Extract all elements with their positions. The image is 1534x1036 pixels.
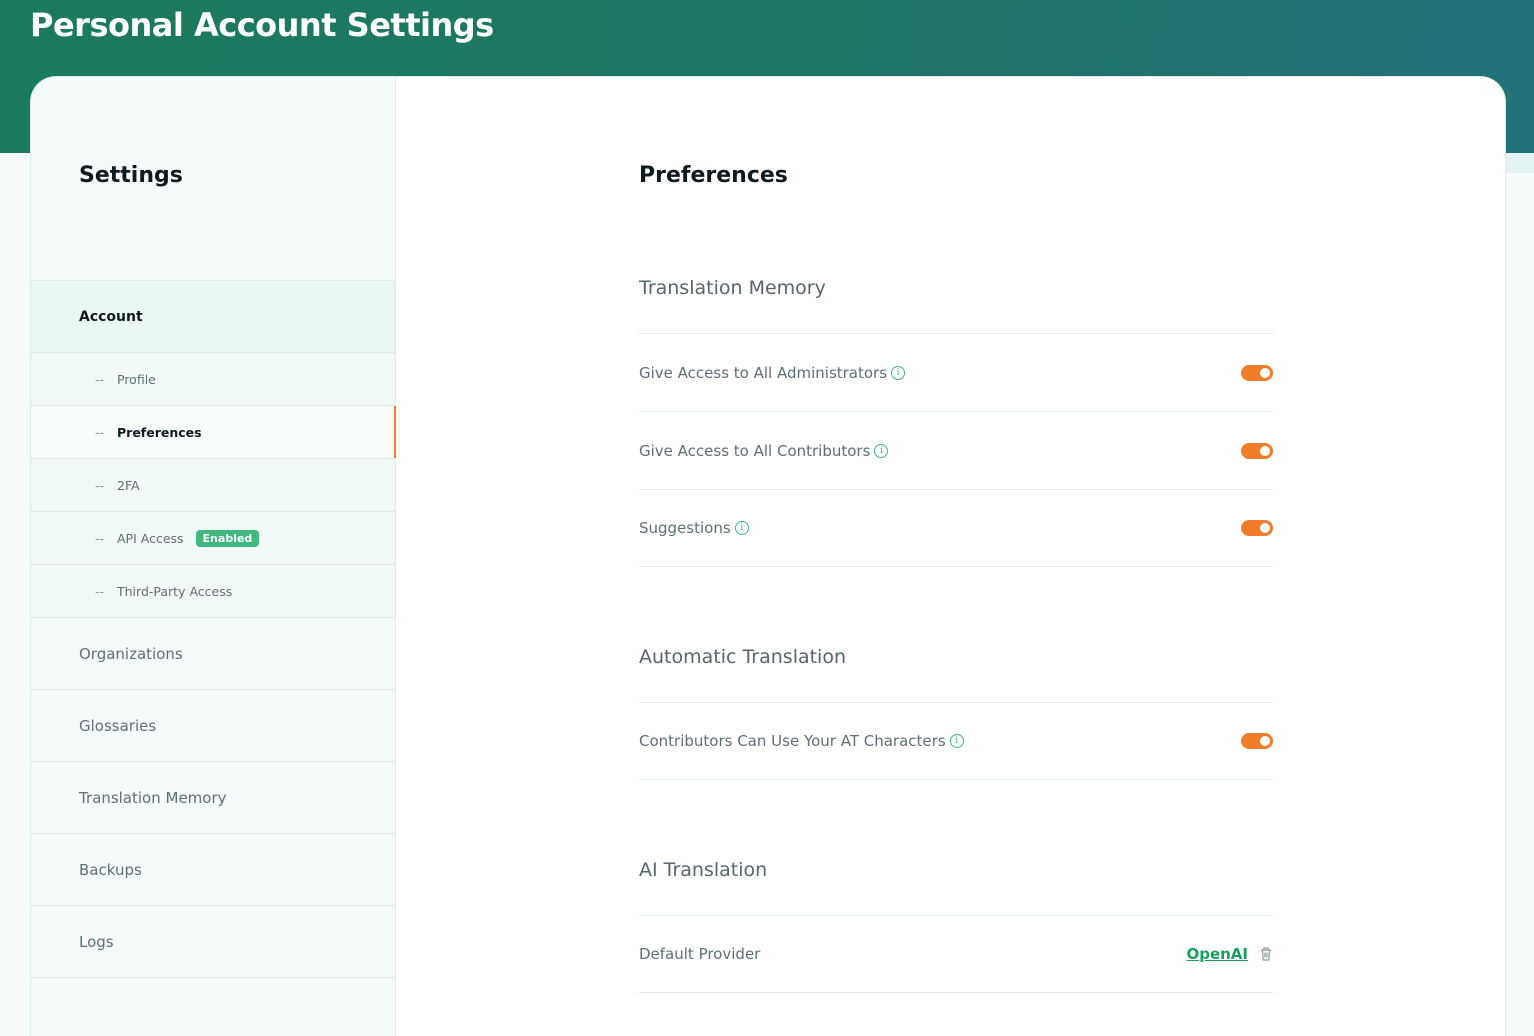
sidebar-item-label: Backups: [79, 860, 142, 879]
sidebar-subitem-profile[interactable]: -- Profile: [31, 352, 395, 405]
sidebar-title: Settings: [79, 163, 183, 188]
at-characters-toggle[interactable]: [1241, 733, 1273, 749]
sidebar-item-label: Account: [79, 308, 143, 325]
dash-marker: --: [95, 424, 105, 440]
sidebar-item-label: Translation Memory: [79, 788, 227, 807]
setting-label: Give Access to All Administrators i: [639, 363, 906, 382]
sidebar-item-label: Logs: [79, 932, 114, 951]
page-title: Personal Account Settings: [30, 6, 494, 44]
info-circle-icon[interactable]: i: [891, 365, 906, 380]
setting-label-text: Give Access to All Contributors: [639, 441, 871, 460]
sidebar-item-label: Preferences: [117, 424, 202, 440]
dash-marker: --: [95, 530, 105, 546]
admins-access-toggle[interactable]: [1241, 364, 1273, 381]
sidebar-item-glossaries[interactable]: Glossaries: [31, 689, 395, 761]
sidebar-item-label: API Access: [117, 530, 184, 546]
sidebar-item-label: 2FA: [117, 477, 140, 493]
sidebar-divider: [31, 977, 395, 978]
sidebar-item-backups[interactable]: Backups: [31, 833, 395, 905]
dash-marker: --: [95, 371, 105, 387]
status-badge: Enabled: [195, 529, 260, 547]
setting-label-text: Give Access to All Administrators: [639, 363, 888, 382]
setting-label: Contributors Can Use Your AT Characters …: [639, 732, 964, 750]
info-circle-icon[interactable]: i: [874, 443, 889, 458]
setting-label-text: Contributors Can Use Your AT Characters: [639, 732, 946, 750]
sidebar-item-logs[interactable]: Logs: [31, 905, 395, 977]
section-heading-automatic-translation: Automatic Translation: [639, 646, 847, 668]
sidebar-subitem-2fa[interactable]: -- 2FA: [31, 458, 395, 511]
settings-card: Settings Account -- Profile -- Preferenc…: [30, 76, 1506, 1036]
sidebar-nav: Account -- Profile -- Preferences -- 2FA…: [31, 280, 396, 978]
sidebar-item-label: Organizations: [79, 644, 183, 663]
setting-row-at-characters: Contributors Can Use Your AT Characters …: [639, 702, 1273, 780]
banner-edge: [1504, 153, 1534, 173]
contributors-access-toggle[interactable]: [1241, 442, 1273, 459]
dash-marker: --: [95, 583, 105, 599]
sidebar-item-label: Glossaries: [79, 716, 157, 735]
sidebar-item-organizations[interactable]: Organizations: [31, 617, 395, 689]
setting-label-text: Default Provider: [639, 945, 761, 963]
trash-icon[interactable]: [1259, 946, 1273, 962]
setting-row-admins-access: Give Access to All Administrators i: [639, 333, 1273, 411]
sidebar-item-label: Profile: [117, 371, 156, 387]
sidebar-item-translation-memory[interactable]: Translation Memory: [31, 761, 395, 833]
sidebar-item-account[interactable]: Account: [31, 280, 395, 352]
provider-controls: OpenAI: [1186, 945, 1273, 963]
section-heading-translation-memory: Translation Memory: [639, 277, 826, 299]
setting-label: Suggestions i: [639, 519, 749, 537]
sidebar-subitem-api-access[interactable]: -- API Access Enabled: [31, 511, 395, 564]
section-heading-ai-translation: AI Translation: [639, 859, 768, 881]
settings-sidebar: Settings Account -- Profile -- Preferenc…: [31, 77, 396, 1036]
setting-label-text: Suggestions: [639, 519, 731, 537]
setting-row-contributors-access: Give Access to All Contributors i: [639, 411, 1273, 489]
sidebar-subitem-preferences[interactable]: -- Preferences: [31, 405, 396, 458]
setting-label: Give Access to All Contributors i: [639, 441, 889, 460]
sidebar-item-label: Third-Party Access: [117, 583, 233, 599]
info-circle-icon[interactable]: i: [734, 521, 749, 535]
dash-marker: --: [95, 477, 105, 493]
info-circle-icon[interactable]: i: [949, 734, 964, 748]
suggestions-toggle[interactable]: [1241, 520, 1273, 536]
setting-row-default-provider: Default Provider OpenAI: [639, 915, 1273, 993]
panel-title: Preferences: [639, 163, 788, 188]
sidebar-subitem-third-party-access[interactable]: -- Third-Party Access: [31, 564, 395, 617]
setting-row-suggestions: Suggestions i: [639, 489, 1273, 567]
provider-link[interactable]: OpenAI: [1186, 945, 1248, 963]
